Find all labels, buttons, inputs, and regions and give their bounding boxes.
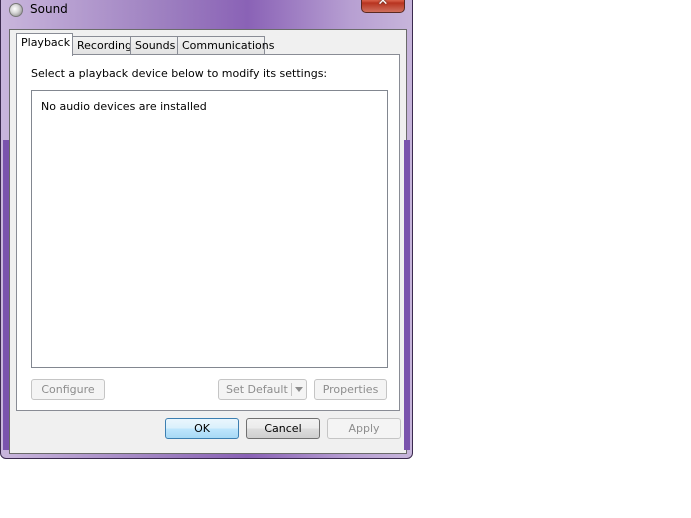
tab-playback[interactable]: Playback [16,33,73,56]
instruction-label: Select a playback device below to modify… [31,67,328,80]
tab-communications[interactable]: Communications [177,36,274,54]
tab-recording[interactable]: Recording [72,36,132,54]
playback-device-list[interactable]: No audio devices are installed [31,90,388,368]
close-icon: ✕ [377,0,389,9]
chevron-down-icon[interactable] [295,387,303,392]
window-title: Sound [30,2,68,16]
empty-list-message: No audio devices are installed [41,100,207,113]
title-bar[interactable]: Sound [1,1,412,23]
tab-sounds[interactable]: Sounds [130,36,178,54]
speaker-icon [9,3,23,17]
close-button[interactable]: ✕ [361,0,405,13]
set-default-label: Set Default [226,383,288,396]
set-default-button[interactable]: Set Default [218,379,307,400]
cancel-button[interactable]: Cancel [246,418,320,439]
configure-button[interactable]: Configure [31,379,105,400]
ok-button[interactable]: OK [165,418,239,439]
split-separator [291,383,292,396]
dialog-client-area: Playback Recording Sounds Communications… [9,29,407,454]
properties-button[interactable]: Properties [314,379,387,400]
apply-button[interactable]: Apply [327,418,401,439]
playback-panel: Select a playback device below to modify… [16,54,400,411]
sound-dialog: Sound ✕ Playback Recording Sounds Commun… [0,0,413,459]
